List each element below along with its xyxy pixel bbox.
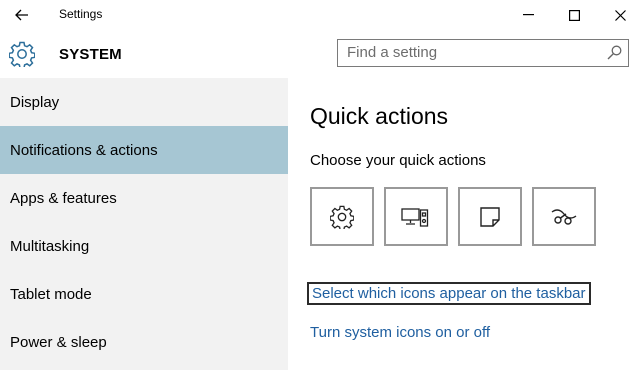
section-subtitle: Choose your quick actions bbox=[310, 152, 486, 169]
search-icon[interactable] bbox=[607, 45, 622, 60]
minimize-button[interactable] bbox=[505, 0, 551, 30]
sidebar-item-notifications-actions[interactable]: Notifications & actions bbox=[0, 126, 288, 174]
sidebar-item-multitasking[interactable]: Multitasking bbox=[0, 222, 288, 270]
sidebar: Display Notifications & actions Apps & f… bbox=[0, 78, 288, 370]
connect-icon bbox=[551, 208, 577, 225]
search-input[interactable] bbox=[338, 40, 607, 65]
project-icon bbox=[401, 207, 429, 227]
note-icon bbox=[480, 206, 500, 227]
window-title: Settings bbox=[59, 7, 103, 21]
quick-action-settings[interactable] bbox=[310, 187, 374, 246]
sidebar-item-display[interactable]: Display bbox=[0, 78, 288, 126]
close-button[interactable] bbox=[597, 0, 643, 30]
quick-action-note[interactable] bbox=[458, 187, 522, 246]
sidebar-item-label: Power & sleep bbox=[10, 333, 107, 351]
page-title: Quick actions bbox=[310, 103, 449, 129]
section-title: SYSTEM bbox=[59, 46, 122, 63]
sidebar-item-label: Apps & features bbox=[10, 189, 117, 207]
quick-action-project[interactable] bbox=[384, 187, 448, 246]
back-arrow-icon bbox=[15, 9, 28, 21]
sidebar-item-label: Multitasking bbox=[10, 237, 90, 255]
sidebar-item-tablet-mode[interactable]: Tablet mode bbox=[0, 270, 288, 318]
header: SYSTEM bbox=[0, 30, 643, 78]
gear-icon bbox=[9, 41, 35, 67]
maximize-icon bbox=[568, 9, 580, 21]
main-content: Quick actions Choose your quick actions bbox=[288, 78, 643, 370]
sidebar-item-power-sleep[interactable]: Power & sleep bbox=[0, 318, 288, 366]
back-button[interactable] bbox=[6, 2, 38, 28]
gear-icon bbox=[330, 205, 354, 229]
search-box[interactable] bbox=[337, 39, 629, 67]
minimize-icon bbox=[522, 14, 534, 16]
close-icon bbox=[614, 9, 626, 21]
sidebar-item-label: Tablet mode bbox=[10, 285, 92, 303]
sidebar-item-label: Notifications & actions bbox=[10, 141, 158, 159]
title-bar: Settings bbox=[0, 0, 643, 30]
system-icons-link[interactable]: Turn system icons on or off bbox=[310, 324, 490, 341]
quick-action-connect[interactable] bbox=[532, 187, 596, 246]
taskbar-icons-link[interactable]: Select which icons appear on the taskbar bbox=[307, 282, 591, 305]
sidebar-item-label: Display bbox=[10, 93, 60, 111]
maximize-button[interactable] bbox=[551, 0, 597, 30]
sidebar-item-apps-features[interactable]: Apps & features bbox=[0, 174, 288, 222]
